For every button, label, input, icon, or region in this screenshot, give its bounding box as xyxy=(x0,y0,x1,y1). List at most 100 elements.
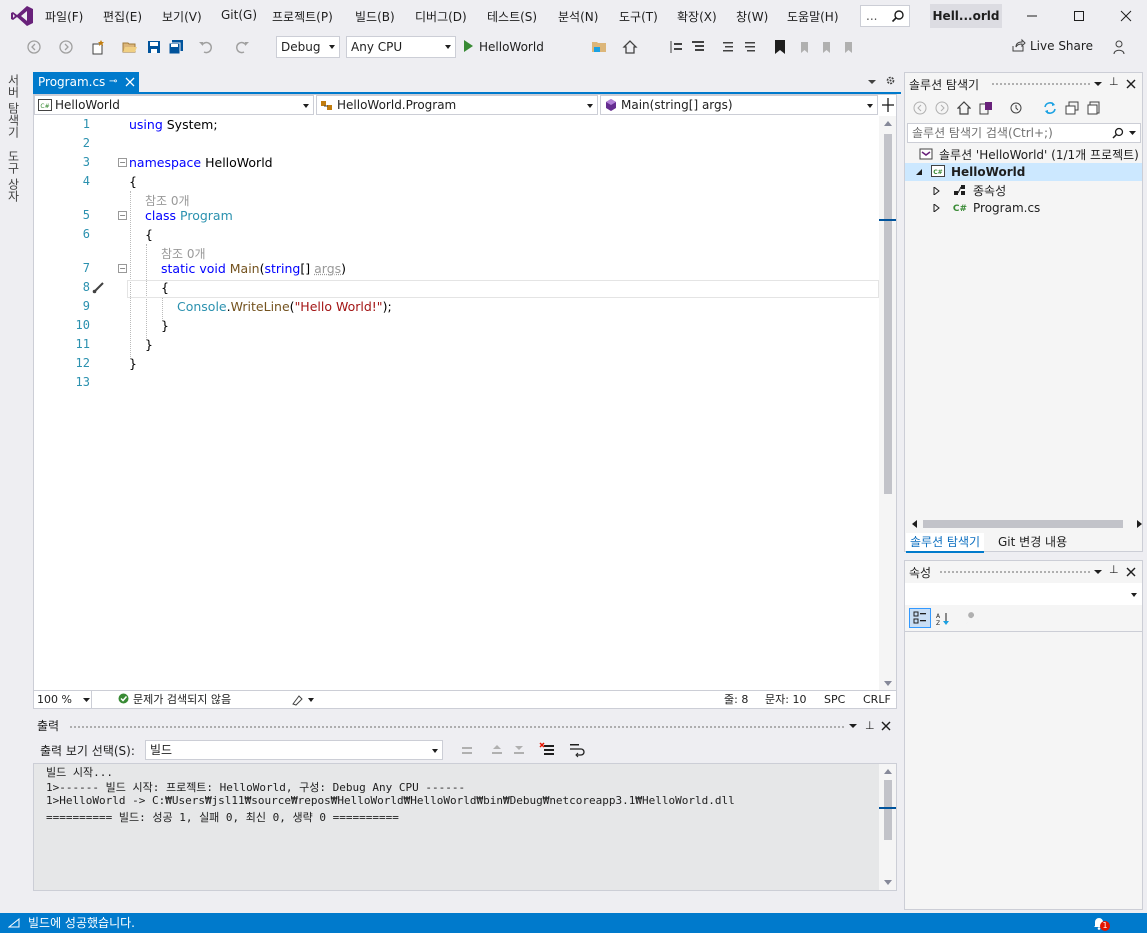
scrollbar-thumb[interactable] xyxy=(884,134,892,494)
panel-grip[interactable] xyxy=(69,725,844,730)
collapsed-arrow-icon[interactable] xyxy=(933,185,941,197)
navigate-forward-icon[interactable] xyxy=(58,39,74,55)
home-icon[interactable] xyxy=(957,101,971,115)
folder-icon[interactable] xyxy=(591,39,607,55)
save-all-icon[interactable] xyxy=(168,39,184,55)
switch-views-icon[interactable] xyxy=(979,101,993,115)
feedback-icon[interactable] xyxy=(1112,39,1128,55)
menu-git[interactable]: Git(G) xyxy=(221,8,257,22)
comment-lines-icon[interactable] xyxy=(720,39,736,55)
member-navigation-select[interactable]: Main(string[] args) xyxy=(600,95,878,115)
panel-grip[interactable] xyxy=(991,82,1091,87)
bookmark-icon[interactable] xyxy=(772,39,788,55)
clear-bookmarks-icon[interactable] xyxy=(840,39,856,55)
expanded-arrow-icon[interactable] xyxy=(915,168,923,176)
home-icon[interactable] xyxy=(622,39,638,55)
close-window-icon[interactable] xyxy=(1118,8,1134,24)
window-position-icon[interactable] xyxy=(1094,80,1102,88)
window-position-icon[interactable] xyxy=(849,722,857,730)
split-editor-icon[interactable] xyxy=(881,97,895,113)
collapsed-arrow-icon[interactable] xyxy=(933,202,941,214)
word-wrap-icon[interactable] xyxy=(569,742,585,758)
solution-configuration-select[interactable]: Debug xyxy=(276,36,340,58)
tab-solution-explorer[interactable]: 솔루션 탐색기 xyxy=(906,533,985,553)
column-indicator[interactable]: 문자: 10 xyxy=(765,691,806,708)
previous-message-icon[interactable] xyxy=(489,742,505,758)
scroll-down-icon[interactable] xyxy=(884,880,892,886)
collapse-method-icon[interactable]: − xyxy=(118,264,127,273)
tree-item-program-cs[interactable]: C# Program.cs xyxy=(933,200,1040,215)
settings-gear-icon[interactable] xyxy=(885,75,896,86)
collapse-all-icon[interactable] xyxy=(1065,101,1079,115)
issues-indicator[interactable]: 문제가 검색되지 않음 xyxy=(118,691,231,708)
open-file-icon[interactable] xyxy=(122,39,138,55)
code-editor[interactable]: C# HelloWorld HelloWorld.Program Main(st… xyxy=(33,94,897,709)
tab-overflow-icon[interactable] xyxy=(868,78,876,86)
menu-edit[interactable]: 편집(E) xyxy=(103,8,142,25)
editor-vertical-scrollbar[interactable] xyxy=(879,116,896,691)
minimize-icon[interactable] xyxy=(1024,8,1040,24)
start-debugging-button[interactable]: HelloWorld xyxy=(464,36,544,58)
save-icon[interactable] xyxy=(146,39,162,55)
previous-bookmark-icon[interactable] xyxy=(796,39,812,55)
menu-file[interactable]: 파일(F) xyxy=(45,8,83,25)
scroll-up-icon[interactable] xyxy=(884,120,892,126)
collapse-namespace-icon[interactable]: − xyxy=(118,158,127,167)
whitespace-indicator[interactable]: SPC xyxy=(824,691,845,708)
scroll-left-icon[interactable] xyxy=(911,520,917,528)
code-cleanup-icon[interactable] xyxy=(291,694,315,706)
solution-search-input[interactable]: 솔루션 탐색기 검색(Ctrl+;) xyxy=(907,123,1141,143)
redo-icon[interactable] xyxy=(234,39,250,55)
format-document-icon[interactable] xyxy=(690,39,706,55)
toolbox-tab[interactable]: 도구 상자 xyxy=(5,150,22,202)
window-position-icon[interactable] xyxy=(1094,568,1102,576)
scroll-right-icon[interactable] xyxy=(1137,520,1143,528)
back-icon[interactable] xyxy=(913,101,927,115)
live-share-button[interactable]: Live Share xyxy=(1012,38,1093,53)
scrollbar-thumb[interactable] xyxy=(884,780,892,840)
sort-alphabetical-icon[interactable]: AZ xyxy=(935,611,951,627)
panel-grip[interactable] xyxy=(939,570,1091,575)
zoom-select[interactable]: 100 % xyxy=(34,691,92,708)
menu-build[interactable]: 빌드(B) xyxy=(355,8,395,25)
maximize-icon[interactable] xyxy=(1071,8,1087,24)
collapse-class-icon[interactable]: − xyxy=(118,211,127,220)
show-all-files-icon[interactable] xyxy=(1087,101,1101,115)
menu-help[interactable]: 도움말(H) xyxy=(787,8,839,25)
line-ending-indicator[interactable]: CRLF xyxy=(863,691,891,708)
scroll-down-icon[interactable] xyxy=(884,681,892,687)
undo-icon[interactable] xyxy=(198,39,214,55)
tree-item-dependencies[interactable]: 종속성 xyxy=(933,182,1006,199)
properties-object-select[interactable] xyxy=(905,583,1142,605)
output-source-select[interactable]: 빌드 xyxy=(145,740,443,760)
line-indicator[interactable]: 줄: 8 xyxy=(724,691,748,708)
close-panel-icon[interactable] xyxy=(1126,567,1136,577)
project-navigation-select[interactable]: C# HelloWorld xyxy=(34,95,314,115)
menu-view[interactable]: 보기(V) xyxy=(162,8,202,25)
solution-platform-select[interactable]: Any CPU xyxy=(346,36,456,58)
tree-item-solution[interactable]: 솔루션 'HelloWorld' (1/1개 프로젝트) xyxy=(919,146,1139,163)
auto-hide-pin-icon[interactable]: ⊥ xyxy=(1109,75,1119,88)
codelens-references[interactable]: 참조 0개 xyxy=(145,192,190,209)
quick-actions-brush-icon[interactable] xyxy=(92,280,106,294)
scrollbar-thumb[interactable] xyxy=(923,520,1123,528)
tab-program-cs[interactable]: Program.cs ⊸ xyxy=(33,72,139,92)
menu-tools[interactable]: 도구(T) xyxy=(619,8,658,25)
clear-all-icon[interactable] xyxy=(539,742,555,758)
type-navigation-select[interactable]: HelloWorld.Program xyxy=(316,95,598,115)
scroll-up-icon[interactable] xyxy=(884,768,892,774)
categorized-button[interactable] xyxy=(909,608,931,628)
menu-analyze[interactable]: 분석(N) xyxy=(558,8,598,25)
close-panel-icon[interactable] xyxy=(881,721,891,731)
codelens-references[interactable]: 참조 0개 xyxy=(161,245,206,262)
new-item-icon[interactable] xyxy=(90,39,106,55)
solution-horizontal-scrollbar[interactable] xyxy=(911,519,1142,529)
tab-git-changes[interactable]: Git 변경 내용 xyxy=(994,533,1071,553)
auto-hide-pin-icon[interactable]: ⊥ xyxy=(1109,563,1119,576)
menu-project[interactable]: 프로젝트(P) xyxy=(272,8,333,25)
close-panel-icon[interactable] xyxy=(1126,79,1136,89)
server-explorer-tab[interactable]: 서버 탐색기 xyxy=(5,74,22,138)
next-message-icon[interactable] xyxy=(511,742,527,758)
pending-changes-filter-icon[interactable] xyxy=(1009,101,1023,115)
navigate-back-icon[interactable] xyxy=(26,39,42,55)
